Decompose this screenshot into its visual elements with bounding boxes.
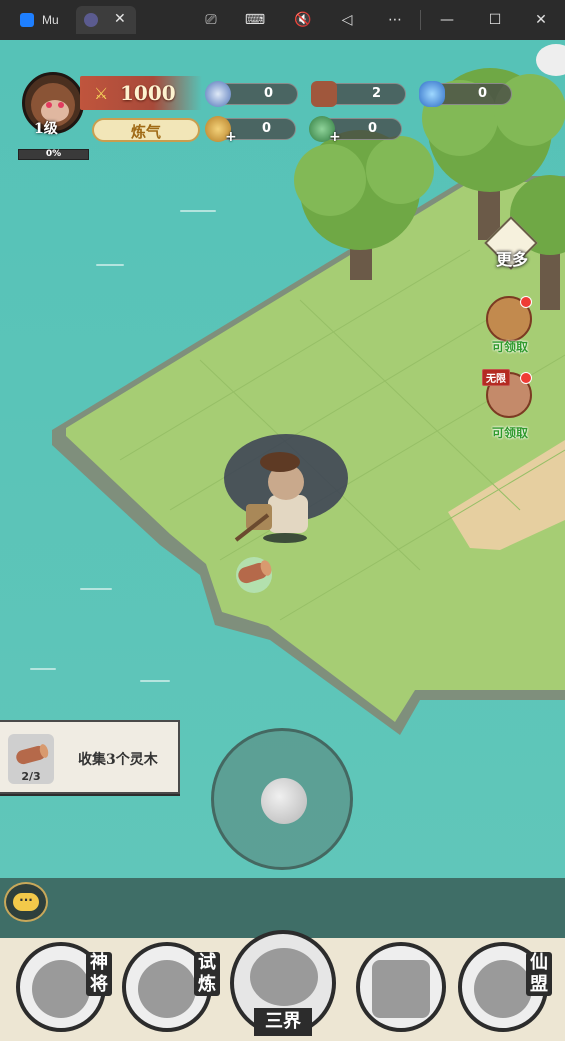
notification-dot [520,296,532,308]
virtual-joystick[interactable] [211,728,353,870]
quest-progress: 2/3 [21,770,41,783]
blue-crystal-icon [419,81,445,107]
unlimited-tag: 无限 [482,369,510,386]
resource-refresh[interactable]: + 0 [309,116,402,145]
add-refresh-icon[interactable]: + [329,129,341,145]
mountain-icon [250,948,318,1006]
resource-wood[interactable]: 2 [311,81,406,107]
quest-wood-graphic [16,744,49,765]
chat-button[interactable]: ··· [4,882,48,922]
player-level: 1级 [34,121,58,137]
game-screen: Mu ✕ ⎚ ⌨ 🔇 ◁ ⋯ — ☐ ✕ 1级 0% ⚔ 1000 炼气 0 2… [0,0,565,1041]
crossed-swords-icon: ⚔ [94,84,109,103]
unlimited-claim-label: 可领取 [491,426,528,440]
nav-three-realms-label: 三界 [254,1008,312,1036]
bottom-panel [0,878,565,938]
treasure-chest-icon [372,960,430,1018]
add-coin-icon[interactable]: + [225,129,237,145]
combat-power: ⚔ 1000 [80,76,202,110]
wood-count: 2 [371,86,381,101]
dragon-cauldron-icon [138,960,196,1018]
resource-crystal[interactable]: 0 [419,81,512,107]
wood-log-icon [311,81,337,107]
quest-tracker[interactable]: 2/3 收集3个灵木 [0,720,180,794]
joystick-thumb[interactable] [261,778,307,824]
coin-count: 0 [261,121,271,136]
realm-label: 炼气 [130,123,161,141]
spirit-orb-count: 0 [263,86,273,101]
resource-spirit-orb[interactable]: 0 [205,81,298,107]
gift-claim-label: 可领取 [491,340,528,354]
more-label: 更多 [495,250,528,269]
nav-heroes-label: 神将 [86,952,112,996]
cloud [536,44,565,76]
resource-coin[interactable]: + 0 [205,116,296,145]
nav-treasure[interactable] [356,942,446,1032]
unlimited-button[interactable]: 无限 可领取 [482,369,536,440]
spirit-orb-icon [205,81,231,107]
palace-icon [474,960,532,1018]
crystal-count: 0 [477,86,487,101]
monkey-king-icon [32,960,90,1018]
refresh-count: 0 [367,121,377,136]
cultivation-realm[interactable]: 炼气 [92,118,200,142]
nav-trials-label: 试炼 [194,952,220,996]
chat-icon: ··· [13,893,39,911]
xp-percent: 0% [45,149,62,159]
limited-gift-button[interactable]: 可领取 [486,296,536,356]
notification-dot [520,372,532,384]
nav-alliance-label: 仙盟 [526,952,552,996]
quest-description: 收集3个灵木 [78,752,158,768]
combat-power-value: 1000 [120,81,176,105]
more-button[interactable]: 更多 [484,216,538,276]
xp-bar: 0% [18,149,89,160]
